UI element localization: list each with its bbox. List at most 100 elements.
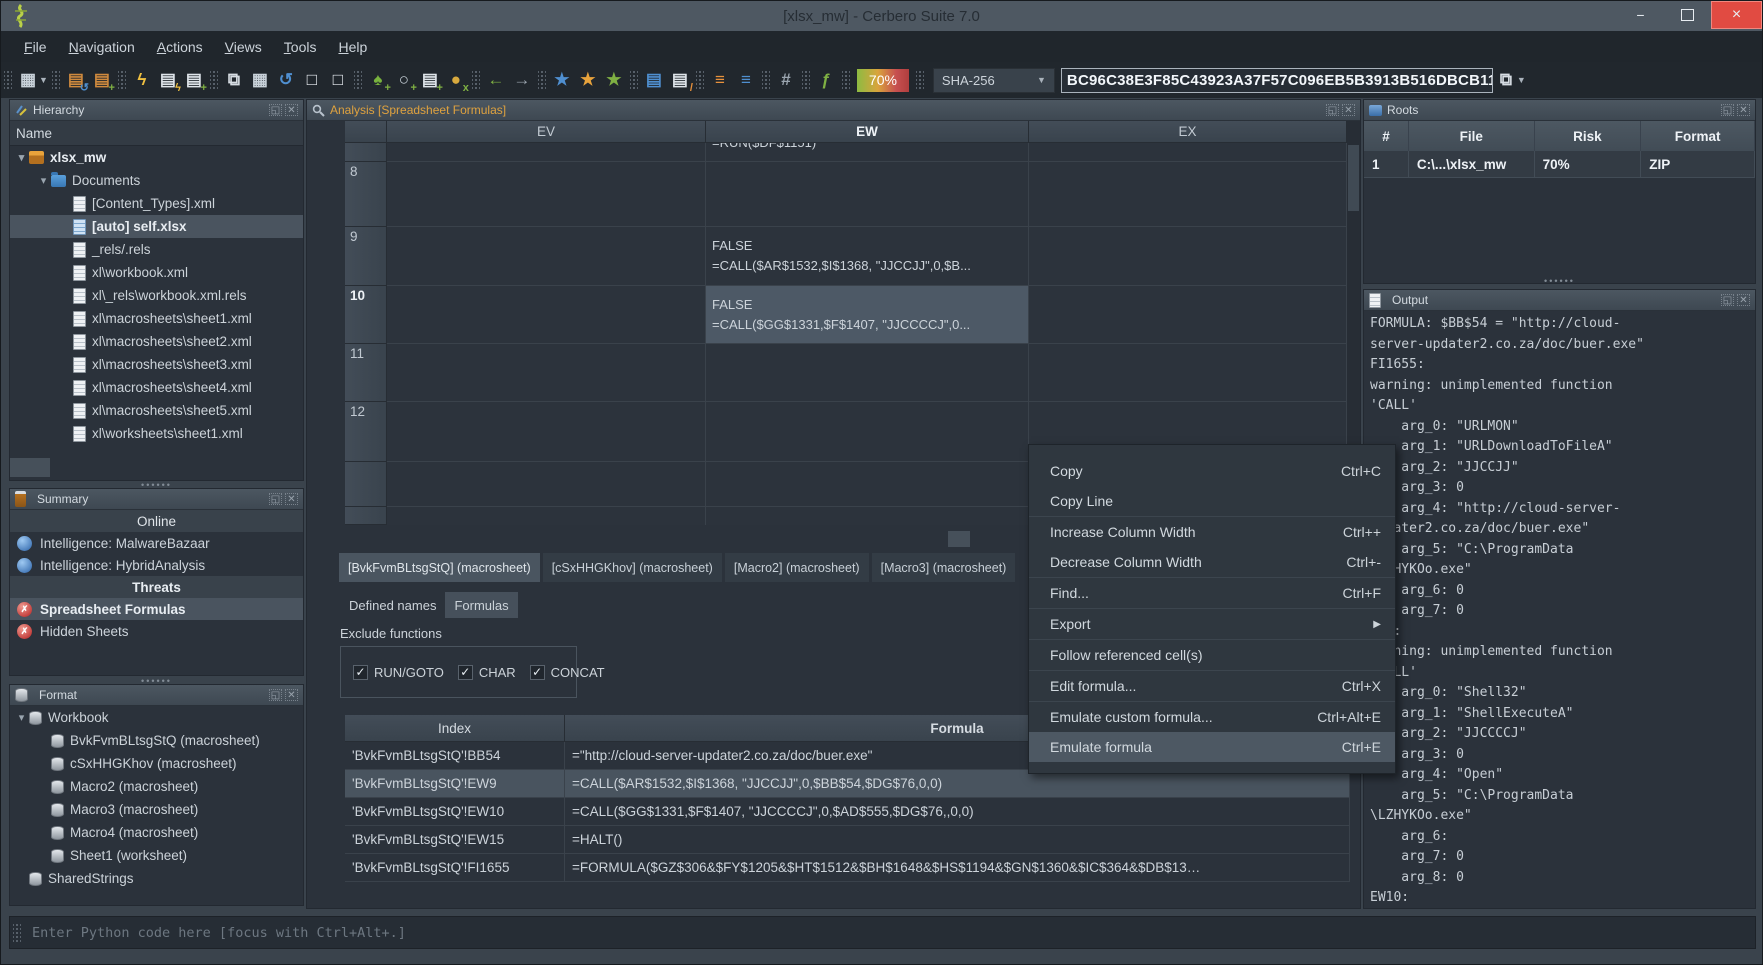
tree-item[interactable]: xl\worksheets\sheet1.xml bbox=[10, 422, 303, 445]
save-file-icon[interactable]: ▦ bbox=[248, 68, 272, 92]
cell-partial[interactable]: =RUN($DF$1151) bbox=[706, 143, 1029, 162]
menu-item-tools[interactable]: Tools bbox=[273, 36, 328, 58]
format-tree-item[interactable]: Macro4 (macrosheet) bbox=[10, 821, 303, 844]
menu-item-navigation[interactable]: Navigation bbox=[58, 36, 146, 58]
sync-icon[interactable]: ↺ bbox=[274, 68, 298, 92]
output-log[interactable]: FORMULA: $BB$54 = "http://cloud-server-u… bbox=[1370, 314, 1644, 909]
paste-add-icon[interactable]: ▤+ bbox=[90, 68, 114, 92]
close-panel-icon[interactable]: ✕ bbox=[285, 689, 298, 701]
cell-partial[interactable] bbox=[387, 143, 706, 162]
format-tree-item[interactable]: Macro3 (macrosheet) bbox=[10, 798, 303, 821]
tree-item[interactable]: xl\workbook.xml bbox=[10, 261, 303, 284]
vertical-scrollbar-thumb[interactable] bbox=[1348, 145, 1359, 211]
bookmark-green-icon[interactable]: ★ bbox=[602, 68, 626, 92]
tree-item[interactable]: xl\macrosheets\sheet2.xml bbox=[10, 330, 303, 353]
context-menu-item-copy[interactable]: CopyCtrl+C bbox=[1029, 456, 1395, 486]
tree-add-icon[interactable]: ♠+ bbox=[366, 68, 390, 92]
chevron-down-icon[interactable]: ▼ bbox=[39, 75, 48, 85]
tree-item[interactable]: xl\macrosheets\sheet4.xml bbox=[10, 376, 303, 399]
summary-item[interactable]: ✗Spreadsheet Formulas bbox=[10, 598, 303, 620]
cell-partial[interactable] bbox=[387, 507, 706, 525]
copy-hash-button[interactable]: ⧉ bbox=[1494, 68, 1518, 92]
row-header-12[interactable]: 12 bbox=[345, 402, 387, 462]
tree-item[interactable]: [Content_Types].xml bbox=[10, 192, 303, 215]
row-header-11[interactable]: 11 bbox=[345, 344, 387, 402]
cell-EW8[interactable] bbox=[706, 162, 1029, 227]
roots-header-Format[interactable]: Format bbox=[1641, 121, 1755, 151]
file-add-icon[interactable]: ▤+ bbox=[182, 68, 206, 92]
tree-item[interactable]: [auto] self.xlsx bbox=[10, 215, 303, 238]
float-panel-icon[interactable]: ◱ bbox=[269, 493, 282, 505]
close-panel-icon[interactable]: ✕ bbox=[285, 493, 298, 505]
column-header-EX[interactable]: EX bbox=[1029, 121, 1347, 143]
hash-icon[interactable]: # bbox=[774, 68, 798, 92]
doc-add-icon[interactable]: ▤+ bbox=[418, 68, 442, 92]
output-panel-header[interactable]: Output ◱ ✕ bbox=[1364, 290, 1755, 311]
cell-EV8[interactable] bbox=[387, 162, 706, 227]
frame-icon[interactable]: □ bbox=[300, 68, 324, 92]
save-icon[interactable]: ▦ bbox=[16, 68, 40, 92]
column-header-EW[interactable]: EW bbox=[706, 121, 1029, 143]
tree-item[interactable]: xl\_rels\workbook.xml.rels bbox=[10, 284, 303, 307]
horizontal-scrollbar-thumb[interactable] bbox=[10, 458, 50, 477]
index-column-header[interactable]: Index bbox=[345, 715, 565, 742]
note-edit-icon[interactable]: ▤/ bbox=[668, 68, 692, 92]
chevron-down-icon[interactable]: ▾ bbox=[36, 174, 51, 187]
formula-table-row[interactable]: 'BvkFvmBLtsgStQ'!FI1655=FORMULA($GZ$306&… bbox=[345, 854, 1350, 882]
format-tree-item[interactable]: Macro2 (macrosheet) bbox=[10, 775, 303, 798]
toolbar-grip[interactable] bbox=[4, 69, 12, 91]
menu-item-views[interactable]: Views bbox=[214, 36, 273, 58]
context-menu-item-emulate-custom-formula[interactable]: Emulate custom formula...Ctrl+Alt+E bbox=[1029, 702, 1395, 732]
sort-asc-icon[interactable]: ≡ bbox=[708, 68, 732, 92]
tree-item[interactable]: _rels/.rels bbox=[10, 238, 303, 261]
float-panel-icon[interactable]: ◱ bbox=[1721, 104, 1734, 116]
maximize-button[interactable] bbox=[1664, 1, 1711, 29]
tree-item[interactable]: xl\macrosheets\sheet1.xml bbox=[10, 307, 303, 330]
checkbox-char[interactable]: ✓CHAR bbox=[458, 665, 516, 680]
row-header-8[interactable]: 8 bbox=[345, 162, 387, 227]
cell-EW12[interactable] bbox=[706, 402, 1029, 462]
summary-item[interactable]: ✗Hidden Sheets bbox=[10, 620, 303, 642]
analysis-panel-header[interactable]: Analysis [Spreadsheet Formulas] ◱ ✕ bbox=[307, 100, 1360, 121]
cell-EX10[interactable] bbox=[1029, 286, 1347, 344]
menu-item-help[interactable]: Help bbox=[327, 36, 378, 58]
cell-EW10[interactable]: FALSE=CALL($GG$1331,$F$1407, "JJCCCCJ",0… bbox=[706, 286, 1029, 344]
frame2-icon[interactable]: □ bbox=[326, 68, 350, 92]
tree-item[interactable]: xl\macrosheets\sheet5.xml bbox=[10, 399, 303, 422]
hash-value-field[interactable]: BC96C38E3F85C43923A37F57C096EB5B3913B516… bbox=[1061, 68, 1493, 93]
formula-table-row[interactable]: 'BvkFvmBLtsgStQ'!EW15=HALT() bbox=[345, 826, 1350, 854]
roots-header-Risk[interactable]: Risk bbox=[1535, 121, 1642, 151]
forward-icon[interactable]: → bbox=[510, 68, 534, 92]
key-add-icon[interactable]: ●x bbox=[444, 68, 468, 92]
horizontal-scrollbar-thumb[interactable] bbox=[948, 531, 970, 547]
float-panel-icon[interactable]: ◱ bbox=[269, 689, 282, 701]
cell-EX11[interactable] bbox=[1029, 344, 1347, 402]
format-tree-item[interactable]: SharedStrings bbox=[10, 867, 303, 890]
context-menu-item-decrease-column-width[interactable]: Decrease Column WidthCtrl+- bbox=[1029, 547, 1395, 577]
tree-item[interactable]: xl\macrosheets\sheet3.xml bbox=[10, 353, 303, 376]
column-header-EV[interactable]: EV bbox=[387, 121, 706, 143]
splitter-handle[interactable]: •••••• bbox=[1363, 278, 1756, 284]
note-icon[interactable]: ▤ bbox=[642, 68, 666, 92]
hierarchy-panel-header[interactable]: Hierarchy ◱ ✕ bbox=[10, 100, 303, 121]
subtab-defined-names[interactable]: Defined names bbox=[340, 592, 445, 618]
context-menu-item-emulate-formula[interactable]: Emulate formulaCtrl+E bbox=[1029, 732, 1395, 762]
format-tree-item[interactable]: cSxHHGKhov (macrosheet) bbox=[10, 752, 303, 775]
hierarchy-column-header[interactable]: Name bbox=[10, 121, 303, 146]
format-tree-item[interactable]: BvkFvmBLtsgStQ (macrosheet) bbox=[10, 729, 303, 752]
formula-table-row[interactable]: 'BvkFvmBLtsgStQ'!EW10=CALL($GG$1331,$F$1… bbox=[345, 798, 1350, 826]
tree-item[interactable]: ▾Documents bbox=[10, 169, 303, 192]
row-header-10[interactable]: 10 bbox=[345, 286, 387, 344]
chevron-down-icon[interactable]: ▼ bbox=[1517, 75, 1526, 85]
cell-partial[interactable] bbox=[387, 462, 706, 507]
checkbox-concat[interactable]: ✓CONCAT bbox=[530, 665, 605, 680]
cell-EV9[interactable] bbox=[387, 227, 706, 286]
close-button[interactable]: × bbox=[1711, 1, 1762, 29]
menu-item-file[interactable]: File bbox=[13, 36, 58, 58]
close-panel-icon[interactable]: ✕ bbox=[285, 104, 298, 116]
tree-item[interactable]: ▾xlsx_mw bbox=[10, 146, 303, 169]
chevron-down-icon[interactable]: ▾ bbox=[14, 151, 29, 164]
paste-scan-icon[interactable]: ▤↺ bbox=[64, 68, 88, 92]
search-add-icon[interactable]: ○+ bbox=[392, 68, 416, 92]
float-panel-icon[interactable]: ◱ bbox=[269, 104, 282, 116]
